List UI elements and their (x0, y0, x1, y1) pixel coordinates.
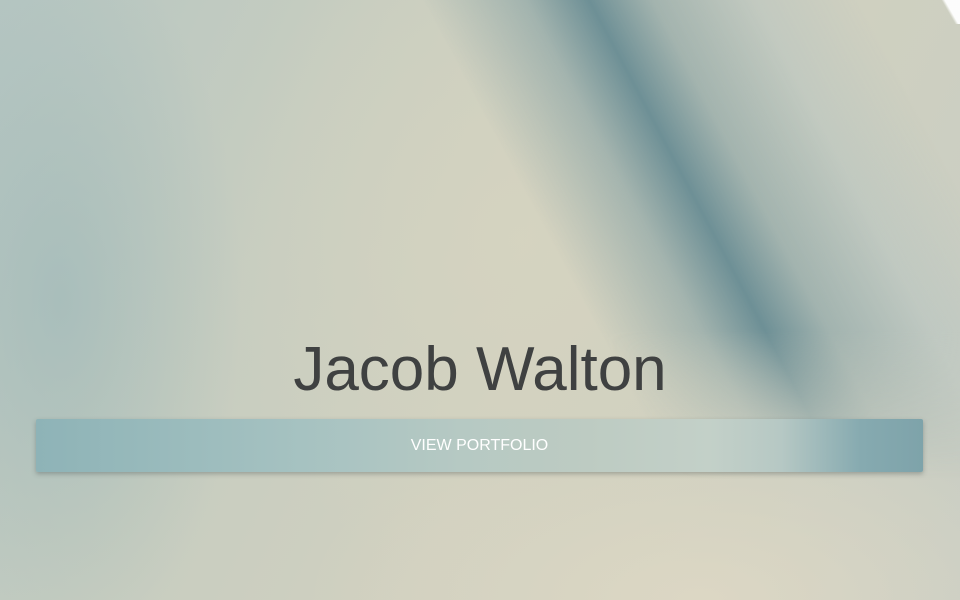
hero-name: Jacob Walton (293, 335, 667, 404)
view-portfolio-button[interactable]: VIEW PORTFOLIO (36, 419, 923, 472)
background-light-streak (0, 0, 960, 600)
background-corner-flare (940, 0, 960, 24)
